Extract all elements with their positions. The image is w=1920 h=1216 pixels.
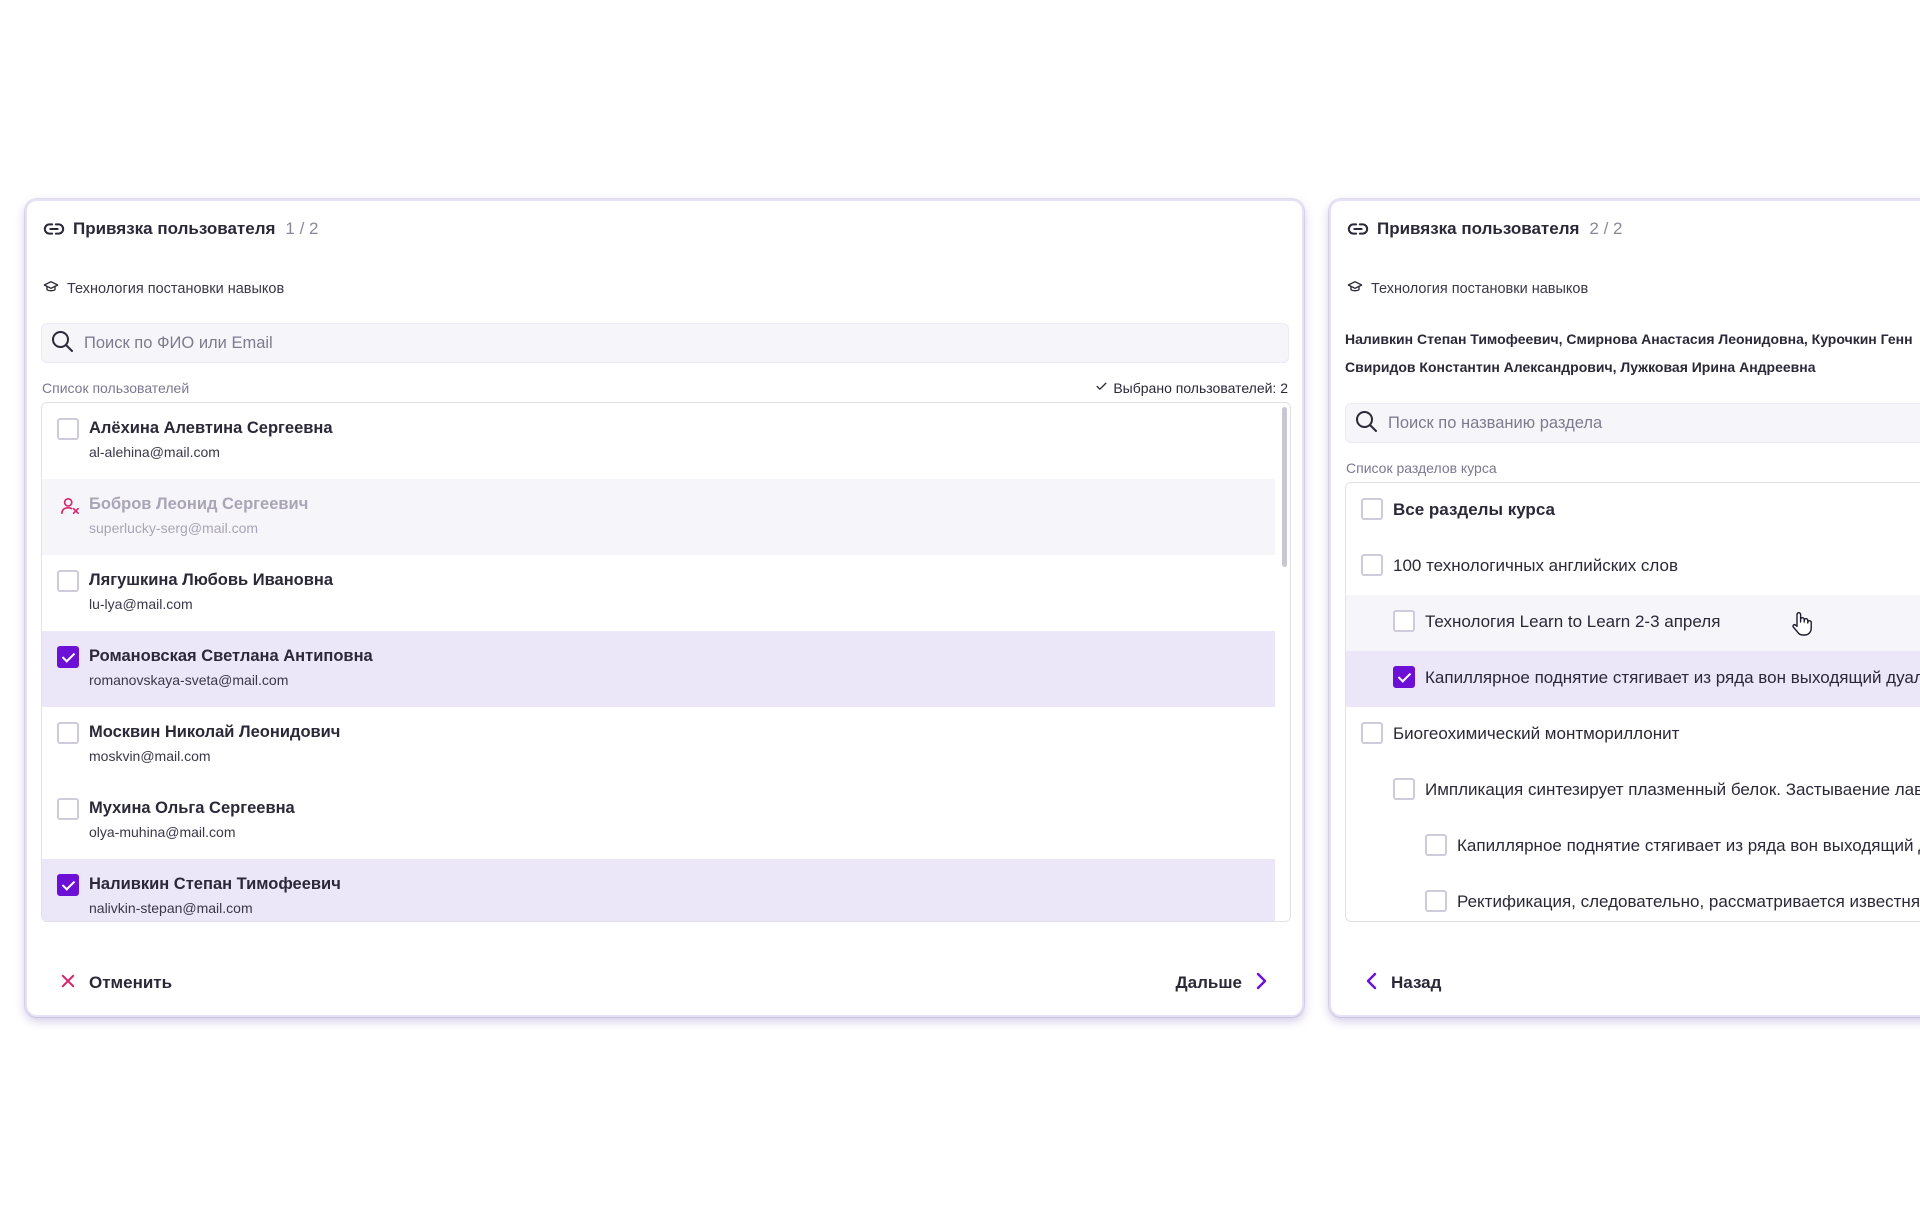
section-label: 100 технологичных английских слов [1393,556,1679,575]
user-email: romanovskaya-sveta@mail.com [89,672,289,688]
cancel-label: Отменить [89,973,173,992]
section-label: Ректификация, следовательно, рассматрива… [1457,892,1920,911]
next-button[interactable]: Дальше [1176,968,1268,998]
user-email: moskvin@mail.com [89,748,211,764]
list-item[interactable]: Романовская Светлана Антиповна romanovsk… [42,631,1275,707]
back-label: Назад [1391,973,1442,992]
step-indicator: 1 / 2 [285,219,319,238]
course-name: Технология постановки навыков [1347,279,1588,299]
list-item[interactable]: Наливкин Степан Тимофеевич nalivkin-step… [42,859,1275,921]
step-indicator: 2 / 2 [1589,219,1623,238]
link-user-dialog-step-1: Привязка пользователя 1 / 2 Технология п… [25,199,1304,1017]
user-name: Наливкин Степан Тимофеевич [89,875,341,893]
checkbox[interactable] [1425,890,1447,912]
selected-count-label: Выбрано пользователей: 2 [1113,380,1288,396]
check-icon [1095,380,1108,396]
checkbox[interactable] [1425,834,1447,856]
user-email: lu-lya@mail.com [89,596,193,612]
user-name: Романовская Светлана Антиповна [89,647,373,665]
list-caption: Список разделов курса [1346,460,1497,476]
course-name: Технология постановки навыков [43,279,284,299]
checkbox[interactable] [1393,778,1415,800]
scrollbar[interactable] [1282,407,1287,567]
list-item[interactable]: Алёхина Алевтина Сергеевна al-alehina@ma… [42,403,1275,479]
list-caption: Список пользователей [42,380,190,396]
section-label: Импликация синтезирует плазменный белок.… [1425,780,1920,799]
section-label: Биогеохимический монтмориллонит [1393,724,1680,743]
checkbox-checked[interactable] [57,874,79,896]
checkbox[interactable] [1361,498,1383,520]
list-item[interactable]: Все разделы курса [1346,483,1920,539]
list-item[interactable]: Биогеохимический монтмориллонит [1346,707,1920,763]
checkbox-checked[interactable] [1393,666,1415,688]
dialog-header: Привязка пользователя 2 / 2 [1347,215,1623,243]
list-item[interactable]: Капиллярное поднятие стягивает из ряда в… [1346,651,1920,707]
search-input[interactable] [1388,413,1920,433]
checkbox[interactable] [57,722,79,744]
section-list[interactable]: Все разделы курса 100 технологичных англ… [1345,482,1920,922]
selected-users-line-1: Наливкин Степан Тимофеевич, Смирнова Ана… [1345,331,1913,347]
course-title: Технология постановки навыков [67,281,285,297]
dialog-title: Привязка пользователя [1377,219,1580,238]
user-email: nalivkin-stepan@mail.com [89,900,253,916]
dialog-header: Привязка пользователя 1 / 2 [43,215,319,243]
dialog-title: Привязка пользователя [73,219,276,238]
link-icon [1347,218,1369,240]
user-name: Лягушкина Любовь Ивановна [89,571,334,589]
list-item[interactable]: Лягушкина Любовь Ивановна lu-lya@mail.co… [42,555,1275,631]
cancel-button[interactable]: Отменить [59,968,172,998]
back-button[interactable]: Назад [1365,968,1441,998]
checkbox[interactable] [1361,554,1383,576]
checkbox[interactable] [1393,610,1415,632]
search-icon [50,329,74,358]
user-email: olya-muhina@mail.com [89,824,236,840]
chevron-left-icon [1365,971,1379,996]
link-user-dialog-step-2: Привязка пользователя 2 / 2 Технология п… [1329,199,1920,1017]
graduation-cap-icon [43,279,59,299]
list-item: Бобров Леонид Сергеевич superlucky-serg@… [42,479,1275,555]
next-label: Дальше [1175,973,1242,992]
checkbox[interactable] [57,418,79,440]
list-item[interactable]: 100 технологичных английских слов [1346,539,1920,595]
checkbox[interactable] [1361,722,1383,744]
checkbox-checked[interactable] [57,646,79,668]
list-item[interactable]: Капиллярное поднятие стягивает из ряда в… [1346,819,1920,875]
link-icon [43,218,65,240]
list-item[interactable]: Москвин Николай Леонидович moskvin@mail.… [42,707,1275,783]
user-email: superlucky-serg@mail.com [89,520,259,536]
chevron-right-icon [1254,971,1268,996]
user-name: Мухина Ольга Сергеевна [89,799,295,817]
checkbox[interactable] [57,798,79,820]
list-item[interactable]: Технология Learn to Learn 2-3 апреля [1346,595,1920,651]
checkbox[interactable] [57,570,79,592]
hand-cursor-icon [1791,611,1813,642]
user-name: Бобров Леонид Сергеевич [89,495,309,513]
user-name: Москвин Николай Леонидович [89,723,341,741]
user-blocked-icon [60,497,80,520]
search-icon [1354,409,1378,438]
course-title: Технология постановки навыков [1371,281,1589,297]
close-icon [59,972,77,995]
section-search-field[interactable] [1345,403,1920,443]
section-label: Технология Learn to Learn 2-3 апреля [1425,612,1721,631]
graduation-cap-icon [1347,279,1363,299]
section-label: Капиллярное поднятие стягивает из ряда в… [1425,668,1920,687]
list-item[interactable]: Импликация синтезирует плазменный белок.… [1346,763,1920,819]
section-label: Все разделы курса [1393,500,1555,519]
user-list[interactable]: Алёхина Алевтина Сергеевна al-alehina@ma… [41,402,1291,922]
list-item[interactable]: Мухина Ольга Сергеевна olya-muhina@mail.… [42,783,1275,859]
user-search-field[interactable] [41,323,1289,363]
search-input[interactable] [84,333,1199,353]
list-item[interactable]: Ректификация, следовательно, рассматрива… [1346,875,1920,921]
section-label: Капиллярное поднятие стягивает из ряда в… [1457,836,1920,855]
user-name: Алёхина Алевтина Сергеевна [89,419,333,437]
user-email: al-alehina@mail.com [89,444,220,460]
selected-users-line-2: Свиридов Константин Александрович, Лужко… [1345,359,1816,375]
selected-count: Выбрано пользователей: 2 [1095,380,1288,396]
